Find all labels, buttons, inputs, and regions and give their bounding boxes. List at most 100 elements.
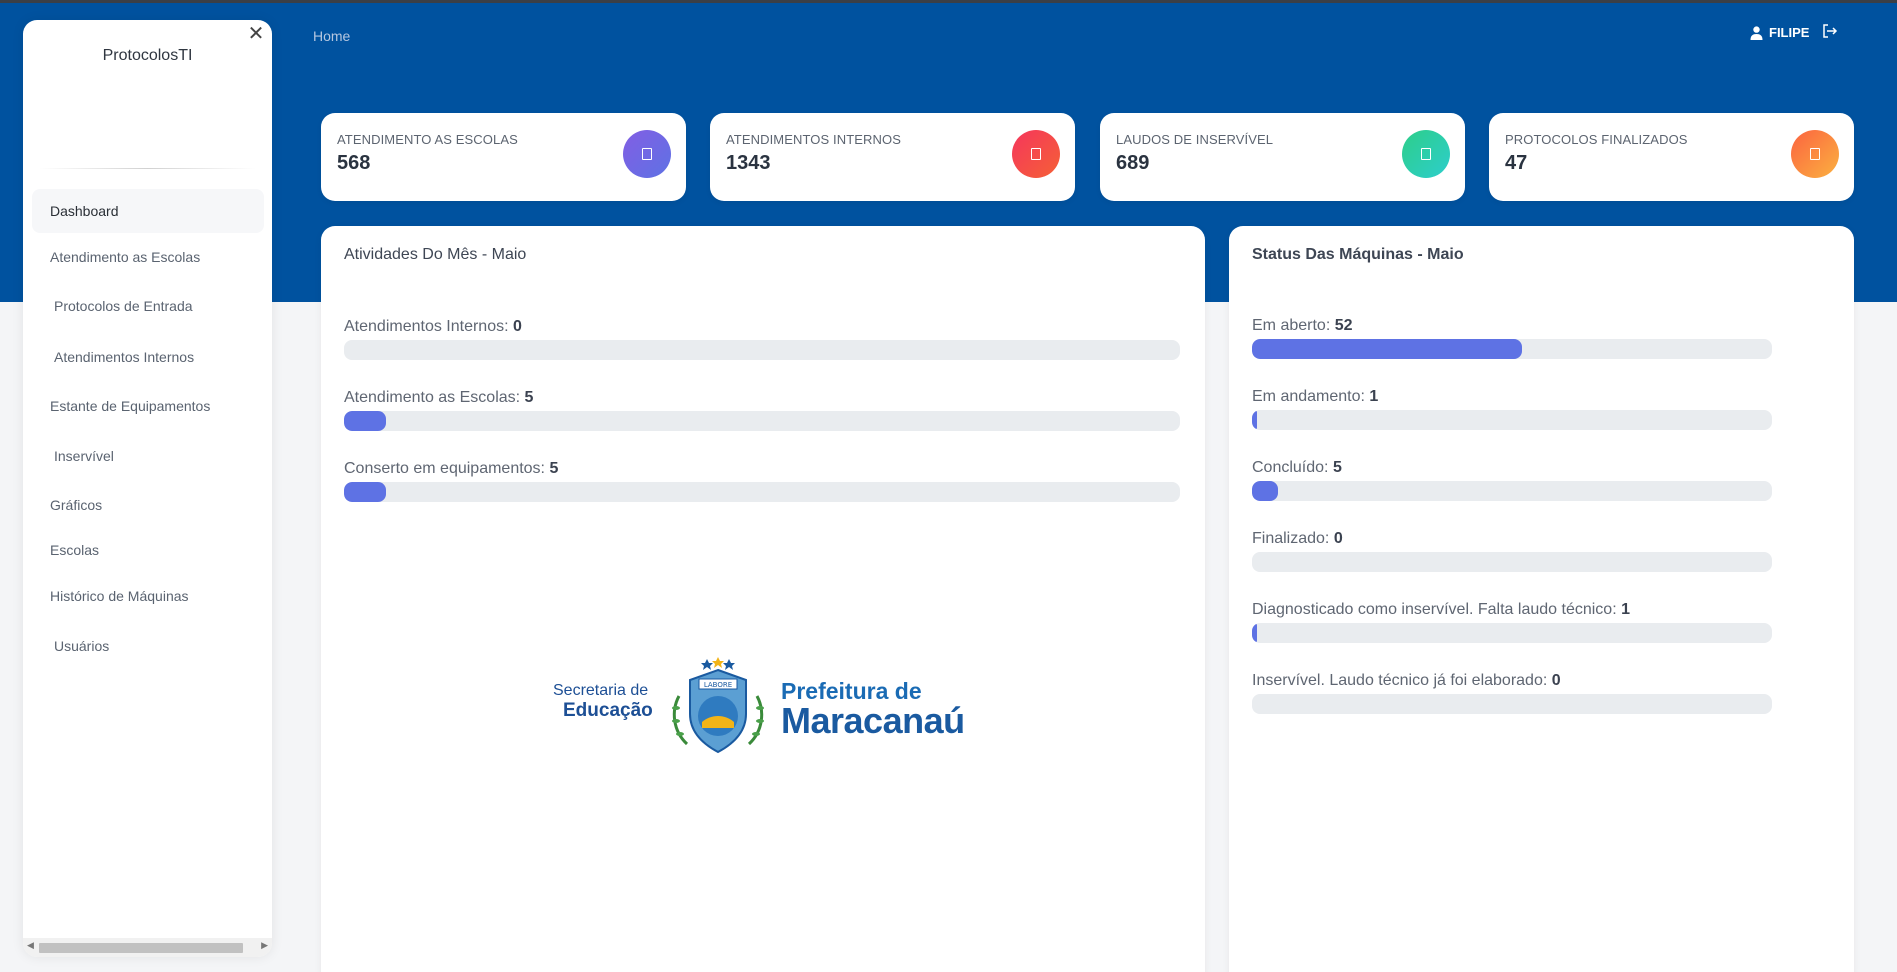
progress-fill [344,482,386,502]
sidebar-item-label: Protocolos de Entrada [54,298,193,314]
seal-text: LABORE [704,681,732,689]
sidebar-item-atendimentos-internos[interactable]: Atendimentos Internos [32,335,264,379]
stat-card-title: PROTOCOLOS FINALIZADOS [1505,132,1688,147]
progress-track [1252,552,1772,572]
stat-card-title: ATENDIMENTO AS ESCOLAS [337,132,518,147]
status-value: 0 [1551,672,1561,689]
close-icon: ✕ [247,23,265,45]
sidebar-item-atendimento-escolas[interactable]: Atendimento as Escolas [32,235,264,279]
brand-title[interactable]: ProtocolosTI [23,47,272,65]
document-icon [1791,130,1839,178]
user-name: FILIPE [1769,25,1810,40]
prefeitura-logo: Secretaria de Educação LABORE Prefeitura… [551,656,975,756]
scroll-left-arrow-icon[interactable]: ◀ [27,940,34,951]
brand-divider [39,168,256,169]
machine-status-item: Diagnosticado como inservível. Falta lau… [1252,601,1772,643]
logout-button[interactable] [1822,24,1838,42]
progress-fill [344,411,386,431]
machine-status-item: Em andamento: 1 [1252,388,1772,430]
progress-track [344,482,1180,502]
progress-fill [1252,481,1278,501]
logo-prefeitura-line2: Maracanaú [781,700,965,741]
progress-track [344,411,1180,431]
status-value: 5 [1332,459,1342,476]
sidebar-item-protocolos-entrada[interactable]: Protocolos de Entrada [32,284,264,328]
stat-card-title: ATENDIMENTOS INTERNOS [726,132,901,147]
activity-item: Atendimento as Escolas: 5 [344,389,1180,431]
status-label: Em andamento: [1252,388,1365,405]
sidebar-item-label: Estante de Equipamentos [50,398,211,414]
sidebar: ✕ ProtocolosTI Dashboard Atendimento as … [23,20,272,957]
activity-label: Atendimentos Internos: [344,318,509,335]
activity-value: 5 [524,389,534,406]
status-value: 1 [1621,601,1630,618]
sidebar-item-label: Histórico de Máquinas [50,588,189,604]
document-icon [623,130,671,178]
sidebar-item-label: Dashboard [50,203,119,219]
sidebar-item-graficos[interactable]: Gráficos [32,483,264,527]
machine-status-item: Concluído: 5 [1252,459,1772,501]
document-icon [1402,130,1450,178]
machines-title: Status Das Máquinas - Maio [1252,246,1464,263]
close-sidebar-button[interactable]: ✕ [244,22,268,46]
status-label: Em aberto: [1252,317,1331,334]
progress-fill [1252,410,1257,430]
breadcrumb[interactable]: Home [313,28,350,44]
stat-card-value: 568 [337,152,371,174]
sidebar-item-label: Atendimento as Escolas [50,249,201,265]
activity-value: 5 [549,460,559,477]
stat-card-protocolos-finalizados: PROTOCOLOS FINALIZADOS 47 [1489,113,1854,201]
sidebar-item-dashboard[interactable]: Dashboard [32,189,264,233]
logout-icon [1823,24,1838,38]
status-label: Finalizado: [1252,530,1330,547]
activity-value: 0 [513,318,522,335]
status-label: Concluído: [1252,459,1329,476]
sidebar-horizontal-scrollbar[interactable]: ◀ ▶ [23,938,272,957]
sidebar-item-label: Escolas [50,542,100,558]
stat-card-title: LAUDOS DE INSERVÍVEL [1116,132,1274,147]
sidebar-item-estante-equipamentos[interactable]: Estante de Equipamentos [32,384,264,428]
activity-item: Atendimentos Internos: 0 [344,318,1180,360]
activity-label: Atendimento as Escolas: [344,389,521,406]
progress-track [344,340,1180,360]
logo-secretaria-line2: Educação [563,700,653,721]
machine-status-item: Inservível. Laudo técnico já foi elabora… [1252,672,1772,714]
sidebar-item-label: Usuários [54,638,110,654]
sidebar-item-label: Inservível [54,448,114,464]
status-value: 1 [1369,388,1379,405]
status-label: Inservível. Laudo técnico já foi elabora… [1252,672,1548,689]
machine-status-item: Em aberto: 52 [1252,317,1772,359]
scroll-right-arrow-icon[interactable]: ▶ [261,940,268,951]
progress-track [1252,623,1772,643]
stat-card-laudos-inservivel: LAUDOS DE INSERVÍVEL 689 [1100,113,1465,201]
scrollbar-thumb[interactable] [39,943,243,953]
sidebar-item-label: Gráficos [50,497,103,513]
stat-card-atendimento-escolas: ATENDIMENTO AS ESCOLAS 568 [321,113,686,201]
sidebar-item-inservivel[interactable]: Inservível [32,434,264,478]
sidebar-item-label: Atendimentos Internos [54,349,195,365]
city-seal-icon: LABORE [672,657,764,754]
progress-fill [1252,623,1257,643]
progress-fill [1252,339,1522,359]
activity-item: Conserto em equipamentos: 5 [344,460,1180,502]
stat-card-value: 47 [1505,152,1528,174]
machine-status-item: Finalizado: 0 [1252,530,1772,572]
progress-track [1252,481,1772,501]
machines-panel: Status Das Máquinas - Maio Em aberto: 52… [1229,226,1854,972]
progress-track [1252,694,1772,714]
status-value: 0 [1333,530,1343,547]
user-menu[interactable]: FILIPE [1750,25,1809,40]
sidebar-item-historico-maquinas[interactable]: Histórico de Máquinas [32,574,264,618]
stat-card-value: 689 [1116,152,1150,174]
sidebar-item-usuarios[interactable]: Usuários [32,624,264,668]
activities-panel: Atividades Do Mês - Maio Atendimentos In… [321,226,1205,972]
sidebar-item-escolas[interactable]: Escolas [32,528,264,572]
progress-track [1252,410,1772,430]
status-value: 52 [1334,317,1353,334]
user-icon [1750,25,1763,40]
status-label: Diagnosticado como inservível. Falta lau… [1252,601,1617,618]
activities-title: Atividades Do Mês - Maio [344,246,527,263]
activity-label: Conserto em equipamentos: [344,460,545,477]
stat-card-atendimentos-internos: ATENDIMENTOS INTERNOS 1343 [710,113,1075,201]
logo-secretaria-line1: Secretaria de [553,682,649,699]
